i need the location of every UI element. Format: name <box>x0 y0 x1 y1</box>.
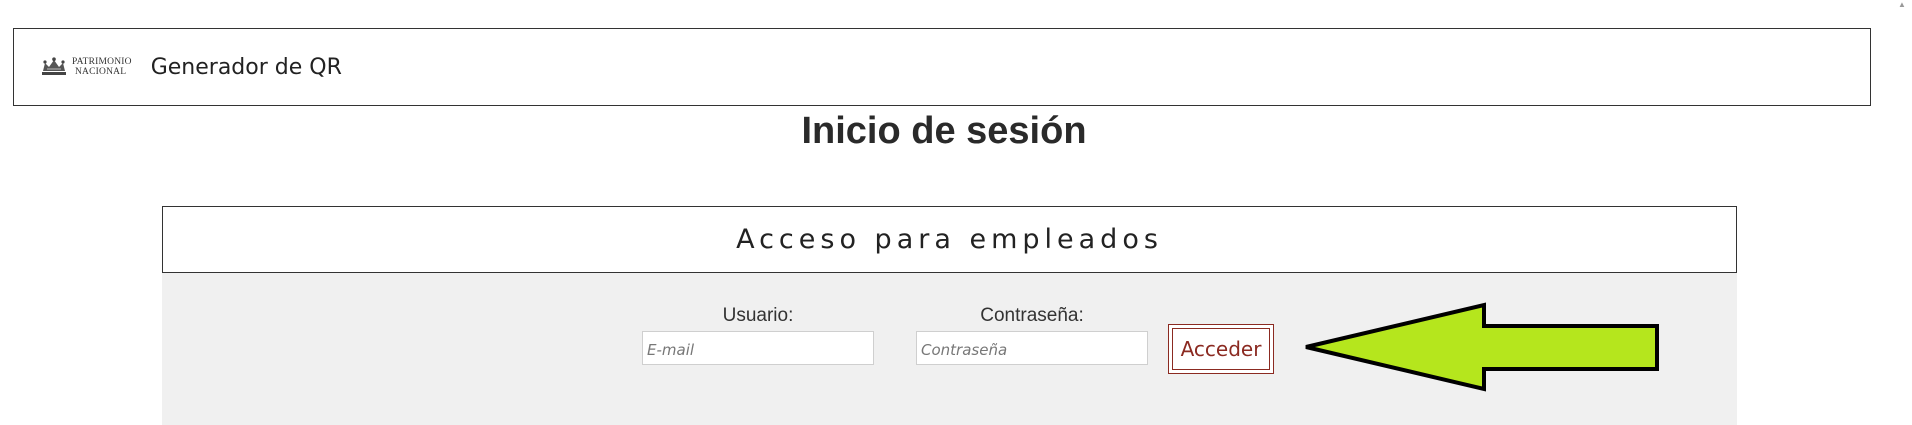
patrimonio-nacional-logo[interactable]: PATRIMONIO NACIONAL <box>40 57 132 77</box>
login-card-title: Acceso para empleados <box>736 224 1163 255</box>
username-label: Usuario: <box>722 305 794 326</box>
email-input[interactable] <box>642 331 874 365</box>
page: PATRIMONIO NACIONAL Generador de QR Inic… <box>0 0 1912 425</box>
logo-wordmark: PATRIMONIO NACIONAL <box>72 57 132 77</box>
app-title: Generador de QR <box>150 54 342 80</box>
crown-icon <box>42 57 66 75</box>
acceder-button-label: Acceder <box>1172 328 1270 370</box>
scrollbar-arrow-icon[interactable]: ▲ <box>1898 0 1912 9</box>
login-card-header: Acceso para empleados <box>162 206 1737 273</box>
password-field-group: Contraseña: <box>916 305 1148 365</box>
password-label: Contraseña: <box>980 305 1084 326</box>
page-title: Inicio de sesión <box>801 110 1087 152</box>
logo-line-1: PATRIMONIO <box>72 57 132 67</box>
arrow-left-icon <box>1305 302 1659 392</box>
logo-line-2: NACIONAL <box>75 67 127 77</box>
username-field-group: Usuario: <box>642 305 874 365</box>
top-header: PATRIMONIO NACIONAL Generador de QR <box>13 28 1871 106</box>
acceder-button[interactable]: Acceder <box>1168 324 1274 374</box>
password-input[interactable] <box>916 331 1148 365</box>
